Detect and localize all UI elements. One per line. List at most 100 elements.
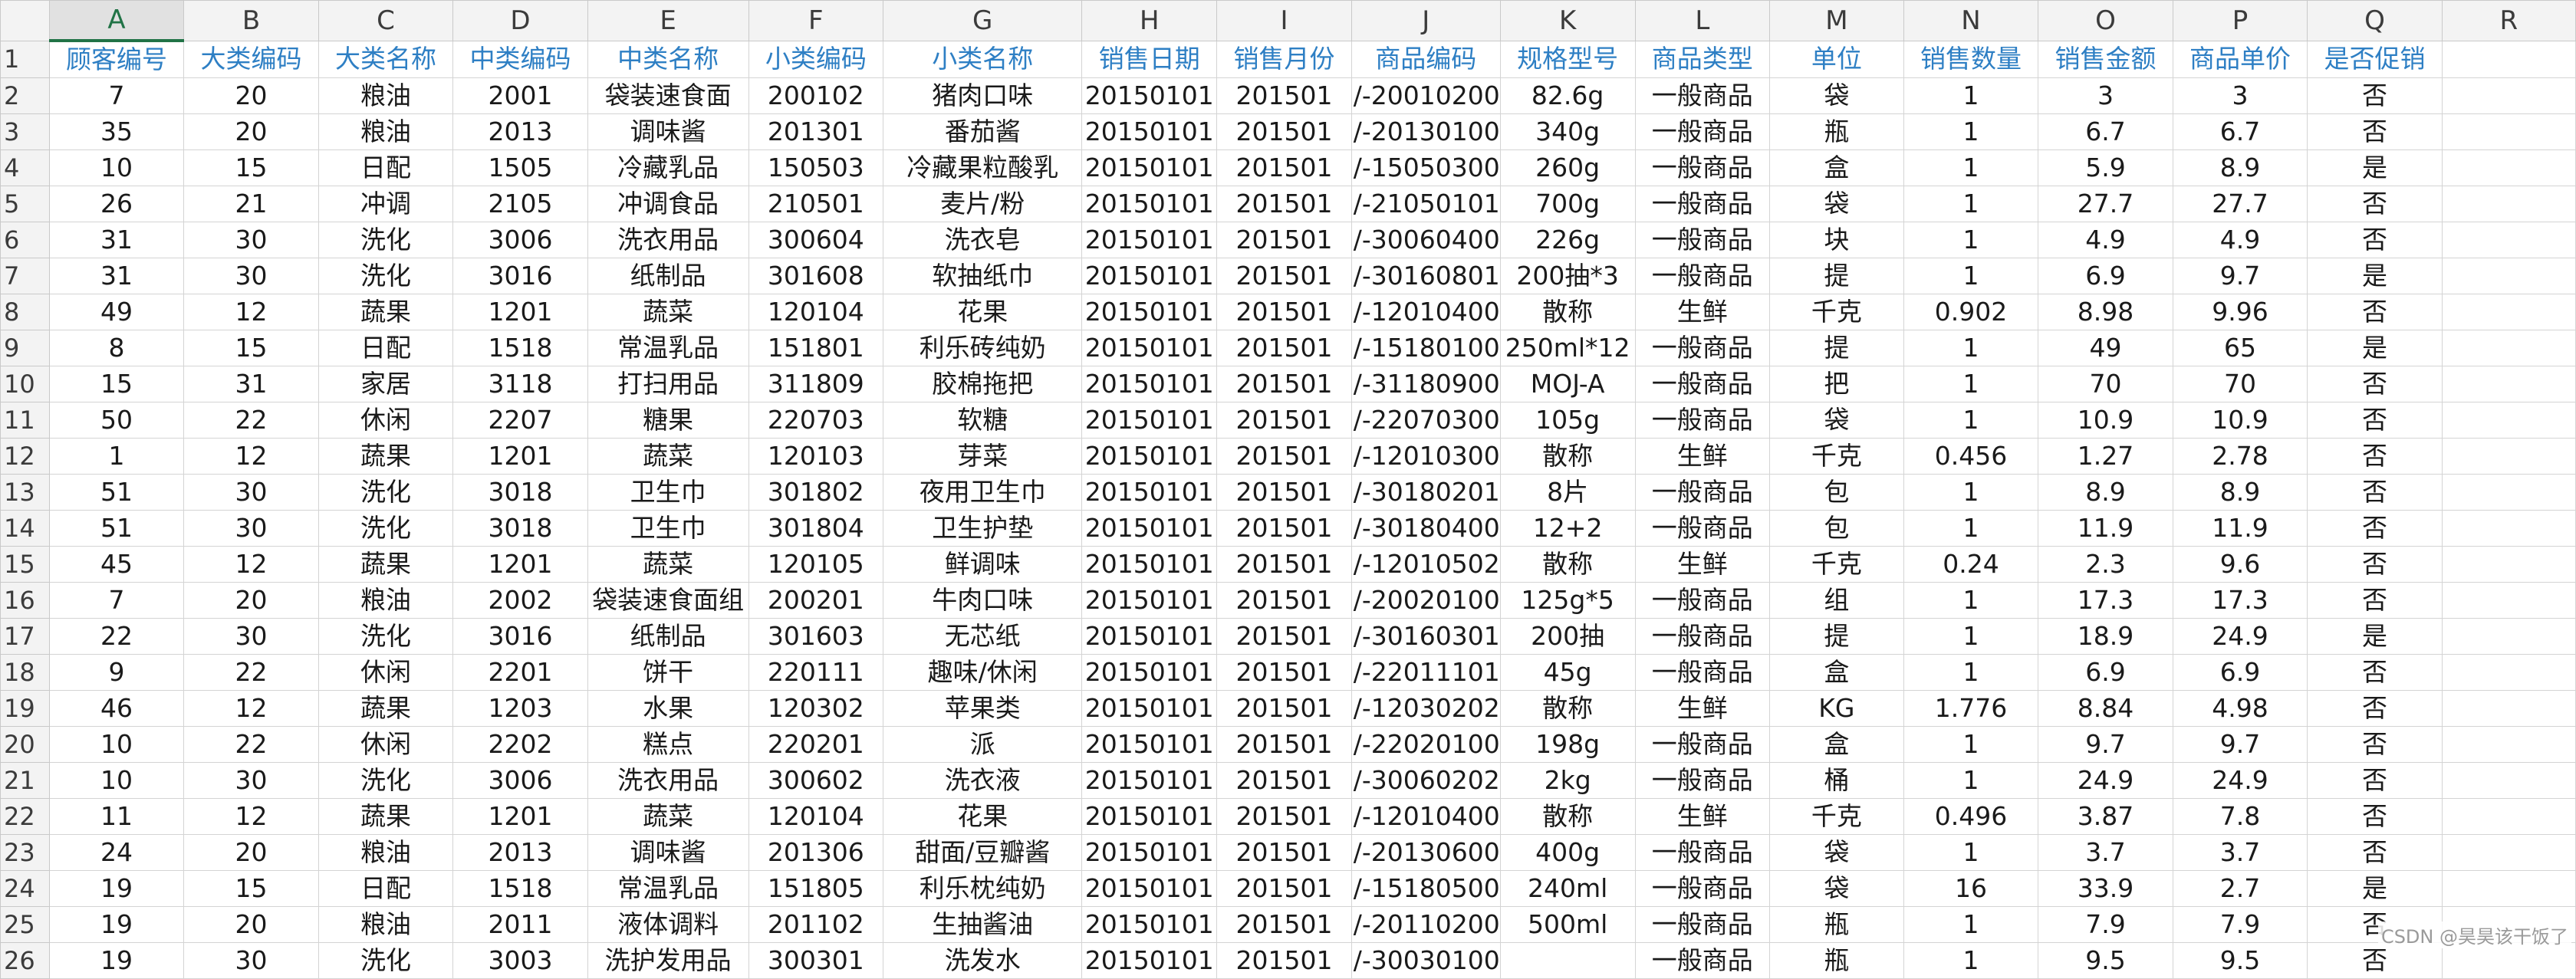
data-cell[interactable] [2441,366,2576,402]
row-header[interactable]: 22 [0,798,50,835]
data-cell[interactable]: 8.9 [2172,149,2308,186]
data-cell[interactable]: 12 [183,438,319,475]
row-header[interactable]: 4 [0,149,50,186]
data-cell[interactable]: /-15180100 [1351,330,1501,366]
data-cell[interactable]: 3118 [452,366,588,402]
data-cell[interactable]: 散称 [1499,690,1636,727]
data-cell[interactable]: 301802 [748,474,884,511]
data-cell[interactable]: 休闲 [317,402,454,439]
data-cell[interactable]: 24.9 [2172,618,2308,655]
data-cell[interactable]: 12 [183,798,319,835]
data-cell[interactable]: 冷藏乳品 [587,149,749,186]
data-cell[interactable] [2441,834,2576,871]
data-cell[interactable]: 20 [183,906,319,943]
data-cell[interactable]: 4.9 [2038,222,2173,258]
data-cell[interactable]: 46 [48,690,185,727]
data-cell[interactable]: 6.7 [2172,113,2308,150]
data-cell[interactable]: 20150101 [1081,294,1218,330]
data-cell[interactable]: /-30160801 [1351,258,1501,294]
data-cell[interactable]: 15 [183,870,319,907]
data-cell[interactable]: 否 [2307,113,2443,150]
data-cell[interactable]: 3 [2038,77,2173,114]
data-cell[interactable]: 0.456 [1903,438,2039,475]
header-cell[interactable]: 小类编码 [748,40,884,78]
data-cell[interactable]: 蔬菜 [587,294,749,330]
column-header-b[interactable]: B [183,0,319,41]
data-cell[interactable] [2441,77,2576,114]
data-cell[interactable]: 300301 [748,942,884,979]
data-cell[interactable]: 一般商品 [1634,113,1771,150]
data-cell[interactable]: 8.9 [2038,474,2173,511]
data-cell[interactable]: 70 [2172,366,2308,402]
header-cell[interactable]: 商品编码 [1351,40,1501,78]
data-cell[interactable]: 201501 [1216,402,1352,439]
data-cell[interactable]: 8片 [1499,474,1636,511]
data-cell[interactable]: 把 [1769,366,1904,402]
data-cell[interactable]: 生鲜 [1634,294,1771,330]
data-cell[interactable]: 201501 [1216,690,1352,727]
data-cell[interactable]: 15 [48,366,185,402]
data-cell[interactable]: 210501 [748,186,884,222]
data-cell[interactable]: 1.776 [1903,690,2039,727]
data-cell[interactable]: 生鲜 [1634,546,1771,583]
data-cell[interactable]: 200201 [748,582,884,619]
data-cell[interactable]: /-22011101 [1351,654,1501,691]
column-header-h[interactable]: H [1081,0,1218,41]
data-cell[interactable]: 201501 [1216,834,1352,871]
data-cell[interactable]: 201501 [1216,438,1352,475]
data-cell[interactable]: /-31180900 [1351,366,1501,402]
row-header[interactable]: 2 [0,77,50,114]
data-cell[interactable]: 粮油 [317,77,454,114]
data-cell[interactable]: 26 [48,186,185,222]
data-cell[interactable]: 利乐砖纯奶 [883,330,1083,366]
data-cell[interactable]: 生鲜 [1634,438,1771,475]
data-cell[interactable]: 1 [1903,222,2039,258]
data-cell[interactable]: 17.3 [2038,582,2173,619]
data-cell[interactable]: 盒 [1769,726,1904,763]
data-cell[interactable] [2441,402,2576,439]
column-header-l[interactable]: L [1634,0,1771,41]
data-cell[interactable]: 30 [183,618,319,655]
data-cell[interactable]: 1 [1903,366,2039,402]
data-cell[interactable]: 120104 [748,798,884,835]
data-cell[interactable]: 派 [883,726,1083,763]
data-cell[interactable]: 1 [1903,762,2039,799]
data-cell[interactable]: 301608 [748,258,884,294]
data-cell[interactable]: 31 [48,258,185,294]
data-cell[interactable]: 洗化 [317,942,454,979]
data-cell[interactable]: 20150101 [1081,834,1218,871]
data-cell[interactable]: 2201 [452,654,588,691]
data-cell[interactable]: 198g [1499,726,1636,763]
header-cell[interactable]: 单位 [1769,40,1904,78]
data-cell[interactable]: 是 [2307,618,2443,655]
data-cell[interactable]: 1518 [452,870,588,907]
data-cell[interactable]: 洗化 [317,510,454,547]
data-cell[interactable]: 卫生巾 [587,474,749,511]
row-header[interactable]: 15 [0,546,50,583]
data-cell[interactable]: 1203 [452,690,588,727]
data-cell[interactable]: 常温乳品 [587,330,749,366]
data-cell[interactable]: 2.3 [2038,546,2173,583]
data-cell[interactable]: 3006 [452,762,588,799]
header-cell[interactable] [2441,40,2576,78]
data-cell[interactable]: 27.7 [2172,186,2308,222]
data-cell[interactable]: 一般商品 [1634,906,1771,943]
data-cell[interactable]: /-15180500 [1351,870,1501,907]
data-cell[interactable]: 9.5 [2172,942,2308,979]
data-cell[interactable]: 0.902 [1903,294,2039,330]
data-cell[interactable]: 否 [2307,510,2443,547]
data-cell[interactable]: 散称 [1499,438,1636,475]
data-cell[interactable]: 否 [2307,366,2443,402]
data-cell[interactable]: 粮油 [317,906,454,943]
data-cell[interactable]: 袋 [1769,186,1904,222]
row-header[interactable]: 20 [0,726,50,763]
data-cell[interactable]: 20150101 [1081,222,1218,258]
data-cell[interactable]: 一般商品 [1634,618,1771,655]
data-cell[interactable]: /-20020100 [1351,582,1501,619]
data-cell[interactable]: 盒 [1769,654,1904,691]
data-cell[interactable]: 蔬果 [317,798,454,835]
data-cell[interactable]: 21 [183,186,319,222]
data-cell[interactable]: 1201 [452,798,588,835]
data-cell[interactable]: 否 [2307,77,2443,114]
data-cell[interactable]: 20150101 [1081,618,1218,655]
